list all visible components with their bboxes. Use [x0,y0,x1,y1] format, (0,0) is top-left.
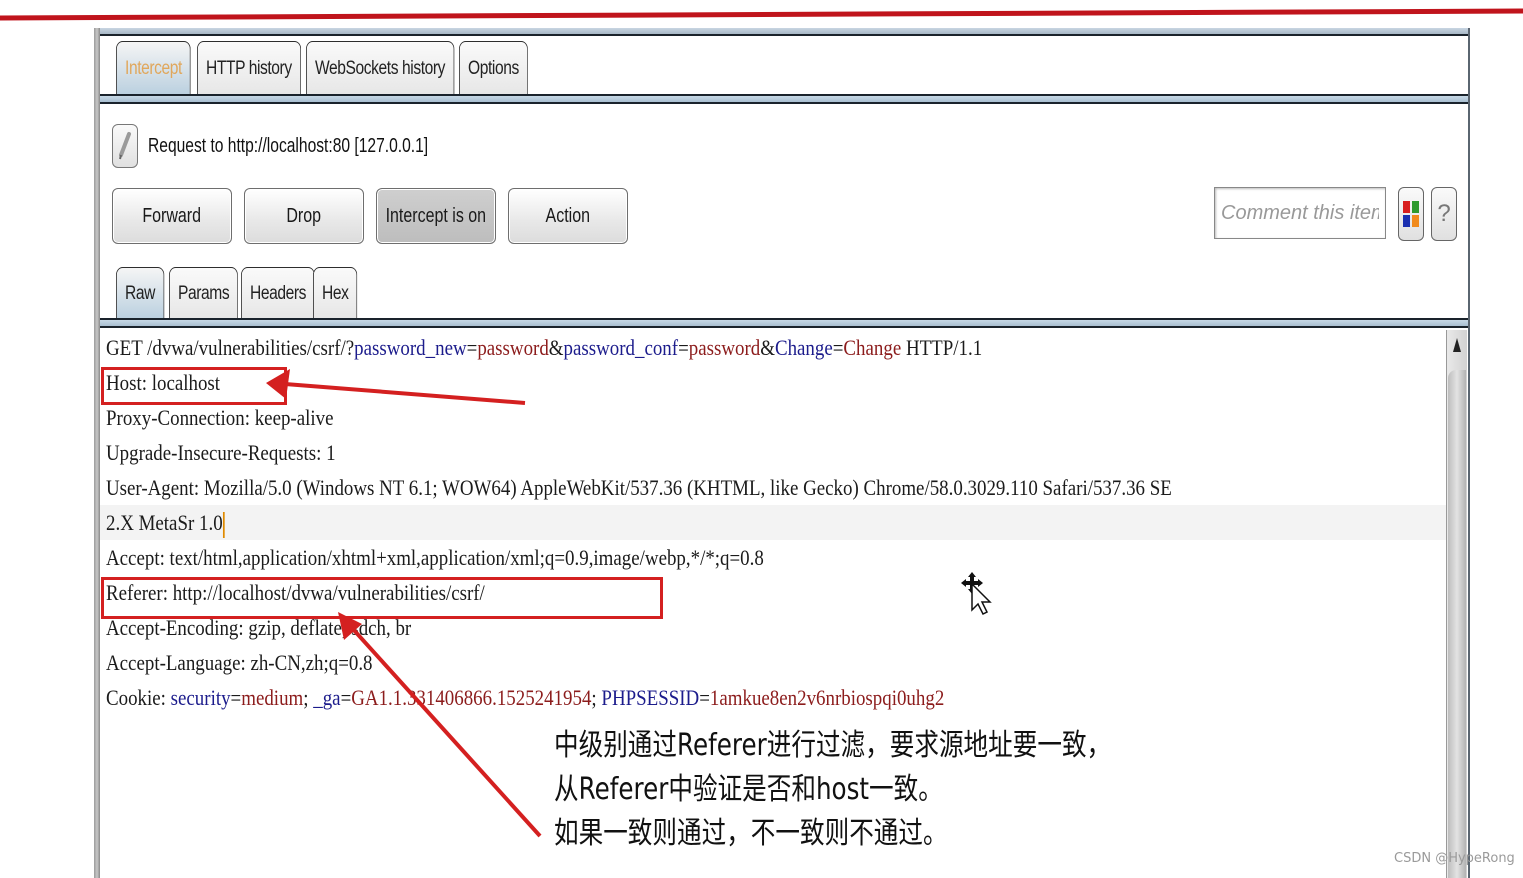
scroll-thumb[interactable] [1448,370,1466,878]
request-target-label: Request to http://localhost:80 [127.0.0.… [148,134,429,157]
header-referer: Referer: http://localhost/dvwa/vulnerabi… [106,580,485,605]
intercept-toggle-button[interactable]: Intercept is on [376,188,496,244]
pencil-icon [119,132,131,160]
header-user-agent: User-Agent: Mozilla/5.0 (Windows NT 6.1;… [106,475,1172,500]
tab-params[interactable]: Params [168,267,238,320]
current-line-highlight [100,505,1446,540]
message-view-tabs: Raw Params Headers Hex [116,266,370,320]
move-cursor-icon [961,572,992,616]
annotation-line: 如果一致则通过，不一致则不通过。 [554,816,948,851]
help-button[interactable]: ? [1431,187,1457,241]
tab-http-history[interactable]: HTTP history [197,41,302,96]
header-upgrade-insecure: Upgrade-Insecure-Requests: 1 [106,440,336,465]
forward-button[interactable]: Forward [112,188,232,244]
arrow-up-icon [1453,338,1461,352]
action-button[interactable]: Action [508,188,628,244]
text-caret [222,511,225,538]
comment-input[interactable] [1214,187,1386,239]
watermark: CSDN @HypeRong [1394,851,1515,866]
scroll-up-button[interactable] [1447,336,1467,362]
tab-intercept[interactable]: Intercept [116,41,191,96]
color-grid-icon [1403,201,1419,227]
tab-websockets-history[interactable]: WebSockets history [305,41,455,96]
annotation-line: 中级别通过Referer进行过滤，要求源地址要一致， [554,728,1112,763]
header-host: Host: localhost [106,370,221,395]
editor-scrollbar[interactable] [1446,330,1467,878]
header-cookie: Cookie: security=medium; _ga=GA1.1.33140… [106,685,945,710]
window-top-border [100,28,1468,36]
tab-hex[interactable]: Hex [313,267,358,320]
highlight-color-button[interactable] [1398,187,1424,241]
header-accept-encoding: Accept-Encoding: gzip, deflate, sdch, br [106,615,412,640]
annotation-top-line [0,8,1523,21]
annotation-note: 中级别通过Referer进行过滤，要求源地址要一致， 从Referer中验证是否… [554,724,1111,856]
intercept-action-buttons: Forward Drop Intercept is on Action [112,188,640,244]
edit-request-button[interactable] [112,124,138,168]
message-tab-divider [100,318,1468,328]
request-line: GET /dvwa/vulnerabilities/csrf/?password… [106,335,983,360]
tab-raw[interactable]: Raw [116,267,164,320]
question-icon: ? [1437,200,1451,227]
annotation-line: 从Referer中验证是否和host一致。 [554,772,943,807]
proxy-tabs: Intercept HTTP history WebSockets histor… [116,40,545,96]
tab-headers[interactable]: Headers [240,267,316,320]
header-accept-language: Accept-Language: zh-CN,zh;q=0.8 [106,650,373,675]
tab-options[interactable]: Options [458,41,528,96]
request-info-row: Request to http://localhost:80 [127.0.0.… [112,124,507,168]
drop-button[interactable]: Drop [244,188,364,244]
header-accept: Accept: text/html,application/xhtml+xml,… [106,545,764,570]
header-user-agent-cont: 2.X MetaSr 1.0 [106,505,225,540]
tab-strip-divider [100,94,1468,104]
header-proxy-connection: Proxy-Connection: keep-alive [106,405,334,430]
